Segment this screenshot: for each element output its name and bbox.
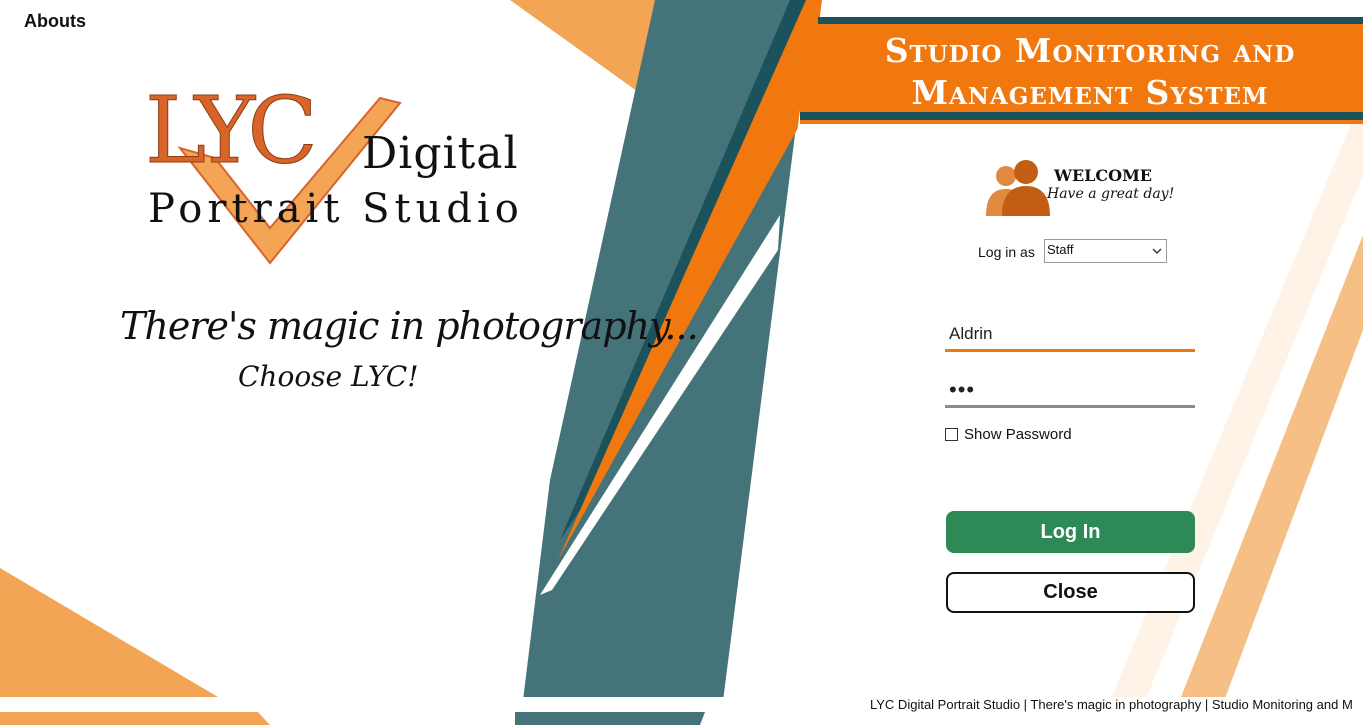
chevron-down-icon [1152,248,1162,254]
tagline: There's magic in photography... [120,304,699,348]
welcome-subtitle: Have a great day! [1047,186,1175,202]
app-title-line1: Studio Monitoring and [884,31,1296,70]
close-button[interactable]: Close [946,572,1195,613]
welcome-title: WELCOME [1054,166,1152,185]
password-input[interactable] [945,374,1195,408]
logo-portrait-studio-text: Portrait Studio [148,186,524,232]
app-title: Studio Monitoring and Management System [820,30,1360,114]
role-label: Log in as [978,244,1035,260]
users-icon [986,160,1050,216]
show-password-label[interactable]: Show Password [964,426,1072,443]
cta-text: Choose LYC! [238,360,419,393]
login-button[interactable]: Log In [946,511,1195,553]
app-title-line2: Management System [911,73,1269,112]
role-select-value: Staff [1047,242,1074,257]
footer-text: LYC Digital Portrait Studio | There's ma… [870,697,1353,712]
abouts-link[interactable]: Abouts [24,11,86,32]
logo-digital-text: Digital [362,128,519,179]
logo-lyc-mark: LYC [145,77,319,184]
show-password-checkbox[interactable] [945,428,958,441]
username-input[interactable] [945,318,1195,352]
